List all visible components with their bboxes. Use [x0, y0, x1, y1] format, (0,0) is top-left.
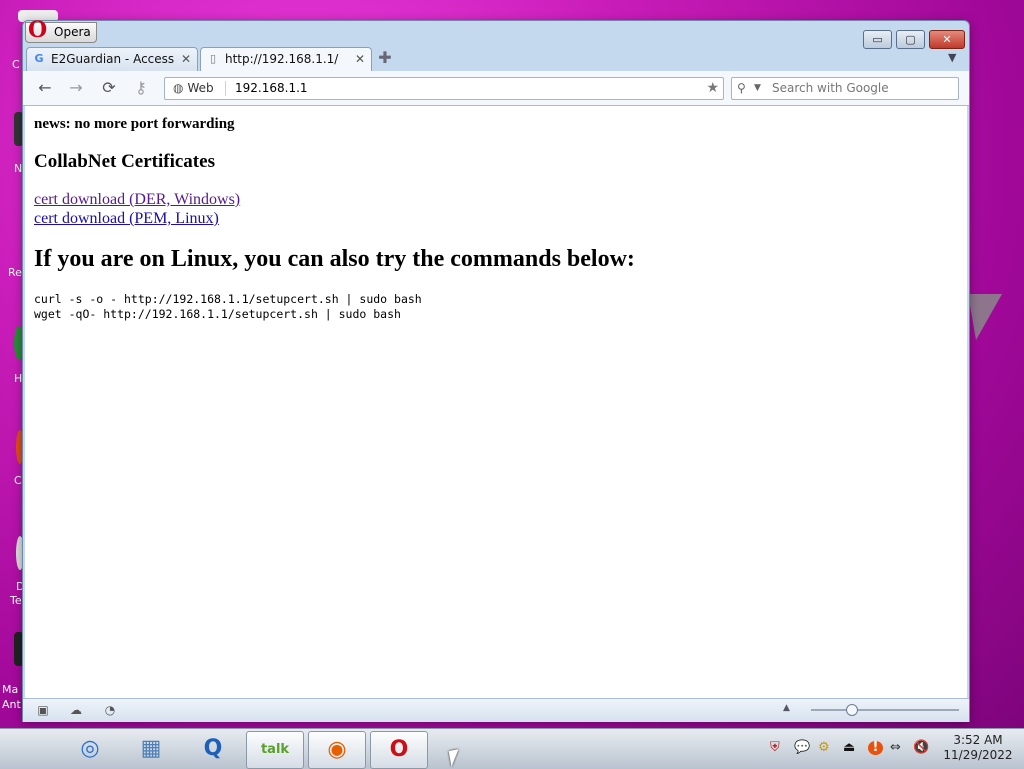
cert-der-link[interactable]: cert download (DER, Windows): [34, 191, 240, 209]
opera-menu-label: Opera: [54, 25, 91, 39]
cert-pem-link[interactable]: cert download (PEM, Linux): [34, 210, 219, 228]
tab-192-168-1-1[interactable]: ▯ http://192.168.1.1/ ✕: [200, 47, 372, 72]
tab-close-icon[interactable]: ✕: [355, 48, 365, 71]
search-engine-dropdown-icon[interactable]: ▼: [754, 78, 761, 99]
cert-heading: CollabNet Certificates: [34, 151, 215, 172]
taskbar-opera[interactable]: O: [370, 731, 428, 769]
linux-heading: If you are on Linux, you can also try th…: [34, 246, 635, 272]
new-tab-button[interactable]: ✚: [375, 49, 395, 67]
globe-icon: ◍: [173, 81, 184, 95]
page-icon: ▯: [209, 52, 217, 65]
quicktime-icon: Q: [203, 736, 223, 761]
opera-unite-cloud-icon[interactable]: ☁: [68, 703, 84, 717]
tab-label: http://192.168.1.1/: [225, 52, 339, 66]
tab-bar: G E2Guardian - Access D... ✕ ▯ http://19…: [23, 47, 969, 72]
safari-icon: ◎: [80, 736, 100, 761]
zoom-slider-thumb[interactable]: [846, 704, 859, 716]
clock-time: 3:52 AM: [953, 733, 1003, 747]
google-talk-icon: talk: [260, 742, 290, 757]
taskbar-folder[interactable]: ▦: [123, 731, 179, 767]
eject-icon[interactable]: ⏏: [843, 741, 855, 755]
google-g-icon: G: [34, 52, 44, 65]
forward-button[interactable]: →: [66, 78, 86, 98]
tab-label: E2Guardian - Access D...: [51, 52, 176, 66]
navigation-toolbar: ← → ⟳ ⚷ ◍ Web 192.168.1.1 ★ ⚲ ▼ Search wi…: [23, 71, 969, 106]
opera-logo-icon: O: [28, 17, 48, 43]
settings-gear-icon[interactable]: ⚙: [818, 741, 830, 755]
desktop-label: C: [14, 474, 22, 487]
tab-e2guardian[interactable]: G E2Guardian - Access D... ✕: [26, 47, 198, 71]
taskbar-clock[interactable]: 3:52 AM 11/29/2022: [938, 733, 1018, 763]
desktop-label: Te: [10, 594, 22, 607]
address-input[interactable]: 192.168.1.1: [235, 78, 308, 99]
zoom-slider[interactable]: [811, 709, 959, 711]
news-text: news: no more port forwarding: [34, 116, 235, 132]
alert-icon[interactable]: !: [868, 741, 883, 755]
page-content: news: no more port forwarding CollabNet …: [25, 106, 967, 698]
title-bar[interactable]: O Opera ▭ ▢ ✕: [23, 17, 969, 49]
volume-muted-icon[interactable]: 🔇: [913, 741, 929, 755]
search-input[interactable]: Search with Google: [772, 78, 889, 99]
zoom-menu-icon[interactable]: ▲: [783, 703, 790, 713]
desktop-label: N: [14, 162, 23, 175]
taskbar-google-talk[interactable]: talk: [246, 731, 304, 769]
curl-command: curl -s -o - http://192.168.1.1/setupcer…: [34, 292, 422, 306]
address-scope-label: Web: [187, 81, 214, 95]
turbo-speed-icon[interactable]: ◔: [102, 703, 118, 717]
network-icon[interactable]: ⇔: [890, 741, 901, 755]
taskbar: ◎ ▦ Q talk ◉ O ⛨ 💬 ⚙ ⏏ ! ⇔ 🔇 3:52 AM 11/…: [0, 728, 1024, 769]
wallpaper-shape-icon: [968, 294, 1002, 340]
firefox-icon: ◉: [327, 737, 347, 762]
chat-bubble-icon[interactable]: 💬: [794, 741, 810, 755]
tab-menu-icon[interactable]: ▼: [948, 51, 956, 64]
search-field[interactable]: ⚲ ▼ Search with Google: [731, 77, 959, 100]
taskbar-quicktime[interactable]: Q: [185, 731, 241, 767]
desktop-label: C: [12, 58, 20, 71]
desktop-label: Re: [8, 266, 22, 279]
start-button[interactable]: [4, 731, 48, 767]
status-bar: ▣ ☁ ◔ ▲: [23, 698, 969, 722]
bookmark-star-icon[interactable]: ★: [706, 78, 719, 99]
panel-toggle-icon[interactable]: ▣: [35, 703, 51, 717]
wget-command: wget -qO- http://192.168.1.1/setupcert.s…: [34, 307, 401, 321]
folder-icon: ▦: [140, 736, 162, 761]
desktop-label: Ma: [2, 683, 19, 696]
taskbar-firefox[interactable]: ◉: [308, 731, 366, 769]
search-icon: ⚲: [737, 81, 746, 95]
opera-menu-button[interactable]: O Opera: [25, 17, 97, 43]
security-shield-icon[interactable]: ⛨: [770, 741, 780, 755]
close-icon: ✕: [942, 33, 952, 46]
clock-date: 11/29/2022: [943, 748, 1013, 762]
maximize-icon: ▢: [905, 33, 916, 46]
browser-window: O Opera ▭ ▢ ✕ G E2Guardian - Access D...…: [22, 17, 970, 722]
address-scope[interactable]: ◍ Web: [173, 78, 214, 99]
minimize-icon: ▭: [872, 33, 883, 46]
taskbar-safari[interactable]: ◎: [62, 731, 118, 767]
key-icon[interactable]: ⚷: [131, 78, 151, 98]
back-button[interactable]: ←: [35, 78, 55, 98]
opera-icon: O: [389, 737, 409, 762]
address-divider: [225, 81, 226, 96]
desktop-label: Ant: [2, 698, 21, 711]
tab-close-icon[interactable]: ✕: [181, 48, 191, 71]
reload-button[interactable]: ⟳: [99, 78, 119, 98]
address-bar[interactable]: ◍ Web 192.168.1.1 ★: [164, 77, 724, 100]
